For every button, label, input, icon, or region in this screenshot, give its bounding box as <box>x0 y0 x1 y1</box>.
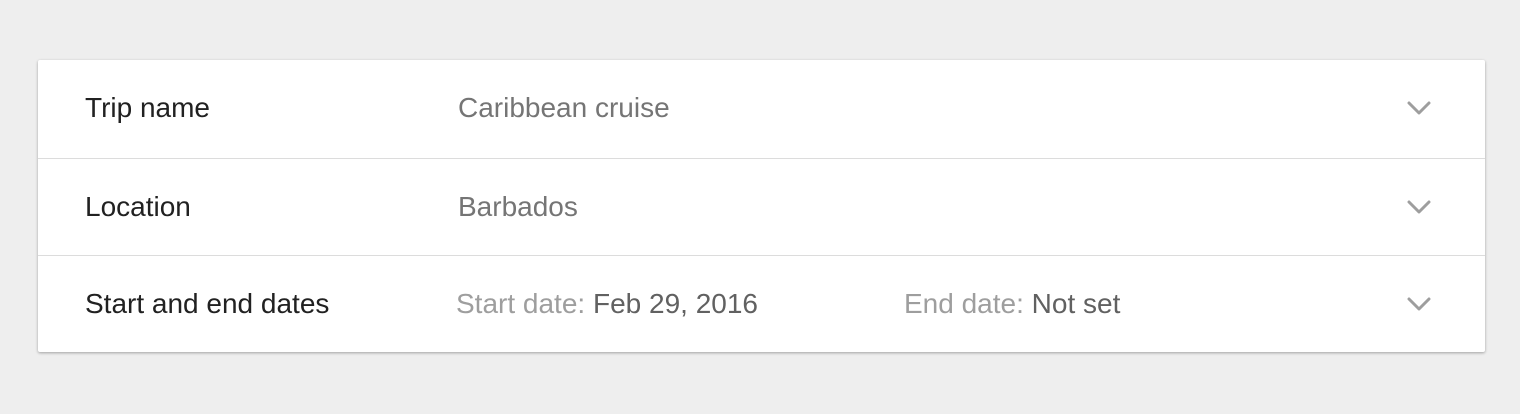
location-label: Location <box>85 191 191 222</box>
end-date-label: End date: <box>904 288 1024 319</box>
start-date-label: Start date: <box>456 288 586 319</box>
chevron-down-icon[interactable] <box>1407 96 1431 120</box>
dates-label: Start and end dates <box>85 288 330 319</box>
trip-settings-panel: Trip name Caribbean cruise Location Barb… <box>38 60 1485 352</box>
trip-name-value: Caribbean cruise <box>458 92 670 123</box>
trip-name-row[interactable]: Trip name Caribbean cruise <box>38 60 1485 158</box>
location-row[interactable]: Location Barbados <box>38 158 1485 255</box>
chevron-down-icon[interactable] <box>1407 195 1431 219</box>
location-value: Barbados <box>458 191 578 222</box>
start-date-value: Feb 29, 2016 <box>592 288 758 319</box>
trip-name-label: Trip name <box>85 92 211 123</box>
start-date: Start date: Feb 29, 2016 <box>456 256 758 352</box>
dates-row[interactable]: Start and end dates Start date: Feb 29, … <box>38 255 1485 352</box>
chevron-down-icon[interactable] <box>1407 292 1431 316</box>
end-date: End date: Not set <box>904 256 1120 352</box>
end-date-value: Not set <box>1031 288 1121 319</box>
